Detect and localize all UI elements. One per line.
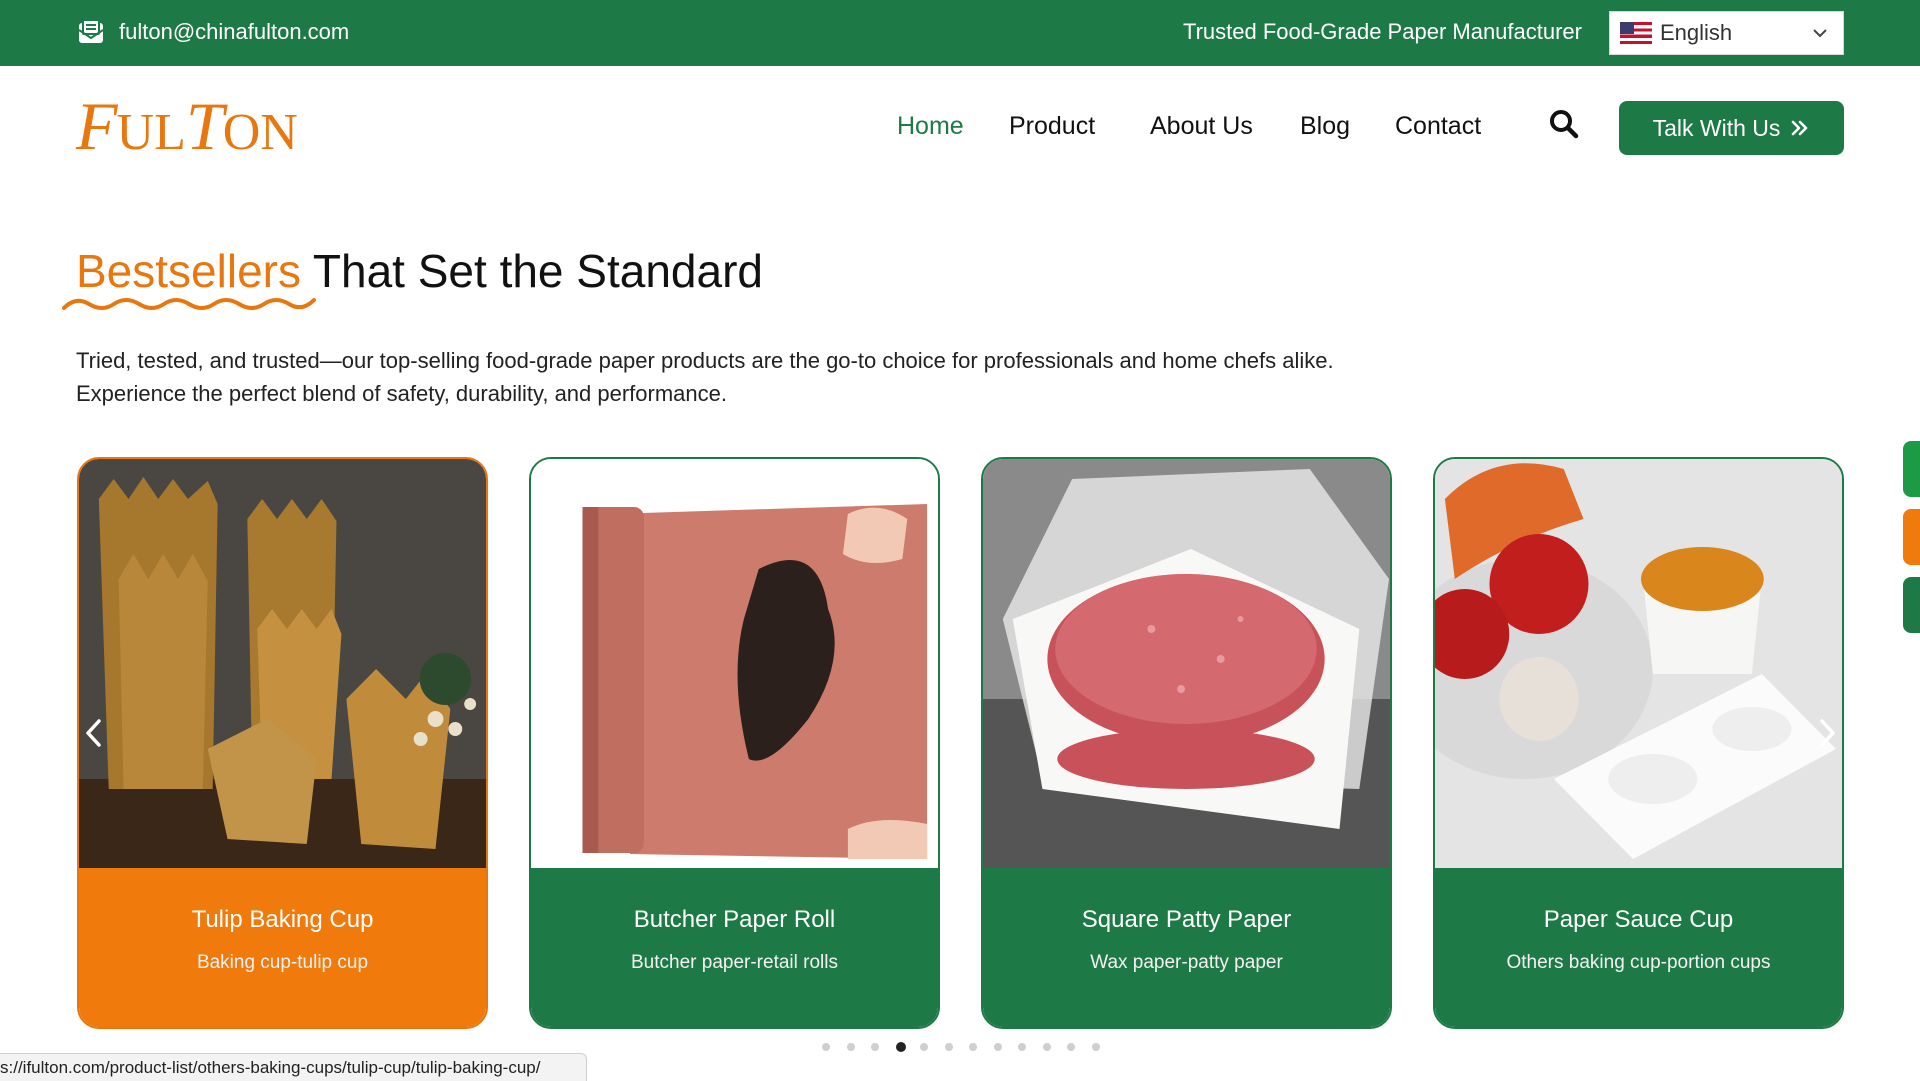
chevron-right-icon[interactable]: [1815, 716, 1839, 750]
carousel-dot[interactable]: [993, 1043, 1002, 1051]
email-link[interactable]: fulton@chinafulton.com: [77, 18, 349, 46]
carousel-dot[interactable]: [1042, 1043, 1051, 1051]
product-subtitle: Others baking cup-portion cups: [1506, 952, 1771, 973]
tagline: Trusted Food-Grade Paper Manufacturer: [1182, 19, 1582, 44]
section-heading: Bestsellers That Set the Standard: [76, 244, 763, 298]
search-icon[interactable]: [1548, 108, 1580, 140]
product-card[interactable]: Butcher Paper Roll Butcher paper-retail …: [529, 457, 940, 1029]
product-subtitle: Butcher paper-retail rolls: [631, 952, 838, 973]
nav-about-us[interactable]: About Us: [1150, 112, 1253, 141]
product-image-butcher-roll: [531, 459, 938, 868]
product-image-patty-paper: [983, 459, 1390, 868]
product-image-sauce-cup: [1435, 459, 1842, 868]
section-intro: Tried, tested, and trusted—our top-selli…: [76, 348, 1334, 406]
us-flag-icon: [1620, 22, 1652, 44]
product-subtitle: Wax paper-patty paper: [1090, 952, 1283, 973]
language-label: English: [1660, 20, 1733, 45]
email-text: fulton@chinafulton.com: [119, 19, 350, 44]
chevron-down-icon: [1813, 29, 1827, 38]
email-tab[interactable]: [1903, 509, 1920, 565]
product-title[interactable]: Paper Sauce Cup: [1435, 906, 1842, 934]
carousel-dot[interactable]: [822, 1043, 830, 1051]
nav-product[interactable]: Product: [1009, 112, 1095, 141]
talk-with-us-button[interactable]: Talk With Us: [1619, 101, 1844, 155]
chevron-left-icon[interactable]: [82, 716, 106, 750]
product-title[interactable]: Square Patty Paper: [983, 906, 1390, 934]
carousel-dot[interactable]: [1091, 1043, 1100, 1051]
product-title[interactable]: Butcher Paper Roll: [531, 906, 938, 934]
logo[interactable]: FULTON: [76, 92, 298, 160]
carousel-dot[interactable]: [895, 1042, 906, 1052]
carousel-dot[interactable]: [944, 1043, 953, 1051]
mail-icon: [78, 19, 104, 43]
nav-blog[interactable]: Blog: [1300, 112, 1350, 141]
chat-tab[interactable]: [1903, 577, 1920, 633]
nav-contact[interactable]: Contact: [1395, 112, 1481, 141]
product-subtitle: Baking cup-tulip cup: [196, 952, 369, 973]
product-card[interactable]: Square Patty Paper Wax paper-patty paper: [981, 457, 1392, 1029]
product-info: Tulip Baking Cup Baking cup-tulip cup: [79, 868, 486, 1027]
whatsapp-tab[interactable]: [1903, 441, 1920, 497]
carousel-dot[interactable]: [1067, 1043, 1075, 1051]
top-bar: fulton@chinafulton.com Trusted Food-Grad…: [0, 0, 1920, 66]
product-info: Butcher Paper Roll Butcher paper-retail …: [531, 868, 938, 1027]
squiggle-underline: [62, 298, 316, 310]
carousel-dot[interactable]: [920, 1043, 928, 1051]
product-card[interactable]: Paper Sauce Cup Others baking cup-portio…: [1433, 457, 1844, 1029]
carousel-dot[interactable]: [1018, 1043, 1026, 1051]
product-card[interactable]: Tulip Baking Cup Baking cup-tulip cup: [77, 457, 488, 1029]
heading-accent: Bestsellers: [76, 245, 301, 297]
carousel-dot[interactable]: [871, 1043, 879, 1051]
double-chevron-right-icon: [1792, 120, 1808, 136]
talk-with-us-label: Talk With Us: [1652, 114, 1781, 141]
carousel-dot[interactable]: [969, 1043, 977, 1051]
status-url: s://ifulton.com/product-list/others-baki…: [0, 1053, 587, 1081]
product-info: Paper Sauce Cup Others baking cup-portio…: [1435, 868, 1842, 1027]
product-title[interactable]: Tulip Baking Cup: [79, 906, 486, 934]
nav-home[interactable]: Home: [897, 112, 964, 141]
language-select[interactable]: English: [1609, 11, 1844, 55]
heading-rest: That Set the Standard: [312, 245, 763, 297]
product-image-tulip-cups: [79, 459, 486, 868]
carousel-dot[interactable]: [846, 1043, 855, 1051]
product-info: Square Patty Paper Wax paper-patty paper: [983, 868, 1390, 1027]
